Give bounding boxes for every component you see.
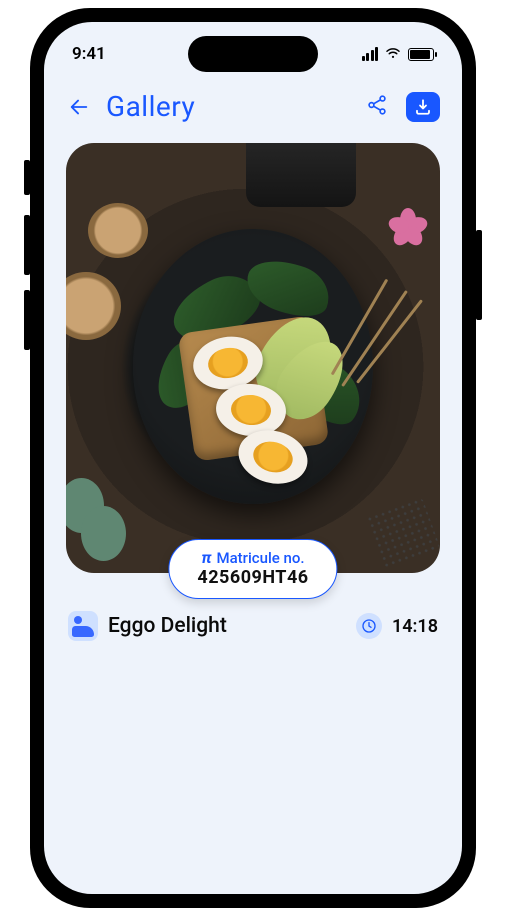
- status-time: 9:41: [72, 44, 106, 64]
- clock-icon: [356, 613, 382, 639]
- dish-name: Eggo Delight: [108, 614, 346, 638]
- download-button[interactable]: [406, 92, 440, 122]
- back-arrow-icon[interactable]: [66, 96, 92, 118]
- phone-frame: 9:41 Gallery: [30, 8, 476, 908]
- screen: 9:41 Gallery: [44, 22, 462, 894]
- matricule-chip[interactable]: π Matricule no. 425609HT46: [168, 539, 337, 599]
- wifi-icon: [384, 44, 402, 64]
- dynamic-island: [188, 36, 318, 72]
- matricule-label: Matricule no.: [216, 549, 304, 567]
- photo-card[interactable]: π Matricule no. 425609HT46: [66, 143, 440, 573]
- time-value: 14:18: [392, 616, 438, 637]
- image-icon: [68, 611, 98, 641]
- detail-row: Eggo Delight 14:18: [66, 611, 440, 641]
- pi-icon: π: [201, 548, 211, 567]
- download-icon: [414, 98, 432, 116]
- page-title: Gallery: [106, 90, 366, 123]
- battery-icon: [408, 48, 434, 61]
- nav-bar: Gallery: [44, 76, 462, 133]
- share-icon[interactable]: [366, 94, 388, 120]
- matricule-value: 425609HT46: [197, 567, 308, 588]
- power-button[interactable]: [476, 230, 482, 320]
- food-photo: [66, 143, 440, 573]
- cellular-icon: [362, 47, 379, 61]
